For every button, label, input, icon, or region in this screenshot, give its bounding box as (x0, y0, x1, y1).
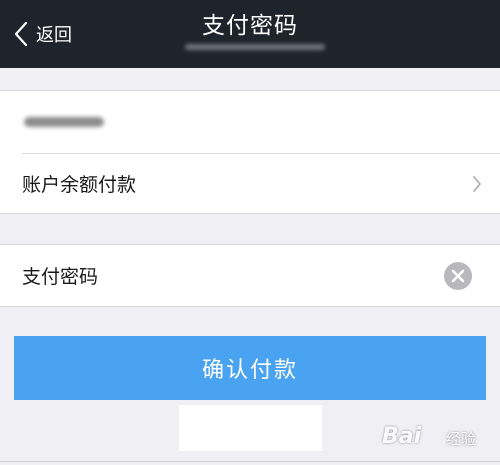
account-row (0, 91, 500, 153)
password-label: 支付密码 (22, 266, 99, 288)
watermark-logo: Bai 经验 (382, 418, 492, 454)
payment-method-group: 账户余额付款 (0, 90, 500, 214)
watermark-suffix: 经验 (446, 430, 477, 448)
bottom-divider (0, 461, 500, 462)
chevron-right-icon (472, 175, 482, 197)
balance-payment-label: 账户余额付款 (22, 174, 137, 196)
blank-panel (179, 405, 322, 451)
subtitle-redacted (185, 44, 325, 50)
watermark-text: Bai (382, 424, 422, 449)
page-title: 支付密码 (202, 13, 298, 39)
password-input[interactable] (130, 253, 434, 299)
account-name-redacted (24, 117, 104, 127)
clear-button[interactable] (444, 262, 472, 290)
navigation-bar: 返回 支付密码 (0, 0, 500, 68)
balance-payment-row[interactable]: 账户余额付款 (0, 153, 500, 214)
confirm-payment-button[interactable]: 确认付款 (14, 336, 486, 400)
password-group: 支付密码 (0, 244, 500, 307)
